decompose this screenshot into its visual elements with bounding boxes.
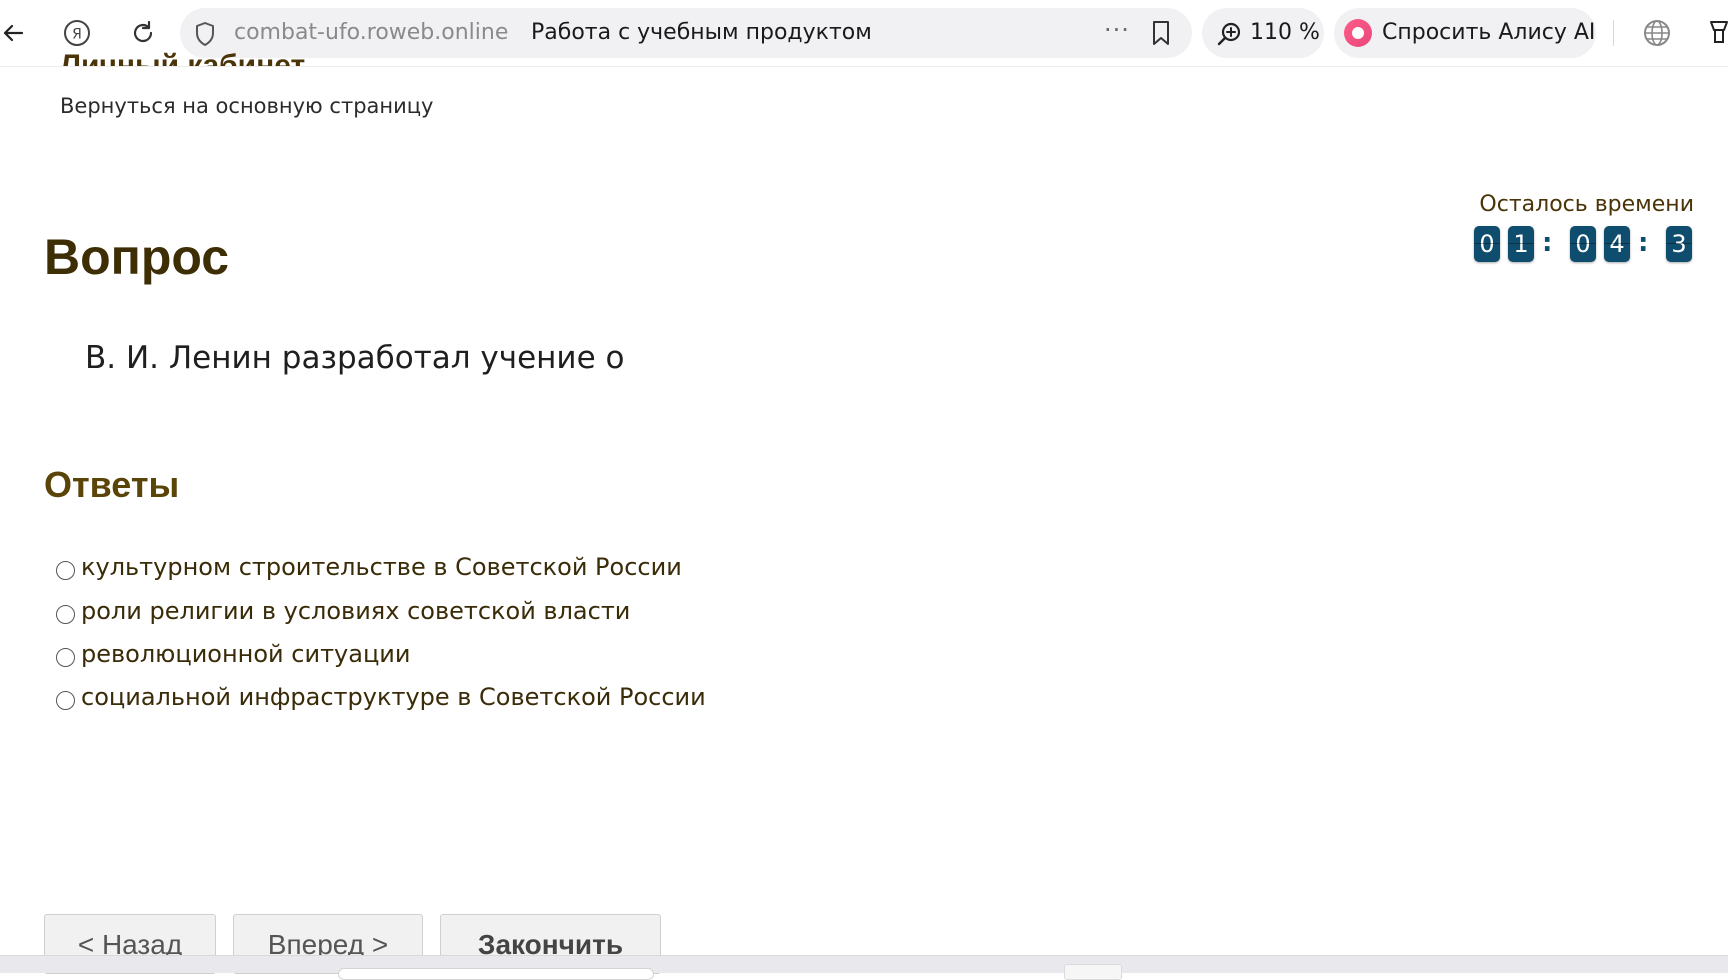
alice-label: Спросить Алису AI xyxy=(1382,20,1596,45)
alice-button[interactable]: Спросить Алису AI xyxy=(1334,8,1596,58)
answer-option[interactable]: роли религии в условиях советской власти xyxy=(56,596,630,626)
answers-heading: Ответы xyxy=(44,464,180,505)
answer-radio[interactable] xyxy=(56,560,75,580)
answer-label[interactable]: роли религии в условиях советской власти xyxy=(81,597,630,625)
timer-digit-second-1: 3 xyxy=(1666,226,1692,262)
question-heading: Вопрос xyxy=(44,229,230,285)
answer-option[interactable]: культурном строительстве в Советской Рос… xyxy=(56,552,682,582)
svg-text:Я: Я xyxy=(72,27,82,43)
timer-digit-hour-2: 1 xyxy=(1508,226,1534,262)
toolbar-divider xyxy=(1613,20,1614,46)
answer-label[interactable]: социальной инфраструктуре в Советской Ро… xyxy=(81,683,706,711)
globe-icon[interactable] xyxy=(1638,14,1676,52)
page-title-tab: Работа с учебным продуктом xyxy=(531,20,872,45)
answer-radio[interactable] xyxy=(56,690,75,710)
alice-icon xyxy=(1344,19,1372,47)
timer-separator: : xyxy=(1542,228,1553,258)
question-text: В. И. Ленин разработал учение о xyxy=(85,340,625,376)
answer-label[interactable]: культурном строительстве в Советской Рос… xyxy=(81,553,682,581)
back-to-main-link[interactable]: Вернуться на основную страницу xyxy=(60,94,434,118)
timer-digit-hour-1: 0 xyxy=(1474,226,1500,262)
back-icon[interactable] xyxy=(0,14,32,52)
answer-label[interactable]: революционной ситуации xyxy=(81,640,411,668)
answer-option[interactable]: социальной инфраструктуре в Советской Ро… xyxy=(56,682,706,712)
timer-separator: : xyxy=(1638,228,1649,258)
bottom-tab xyxy=(1064,964,1122,980)
address-bar[interactable]: combat-ufo.roweb.online Работа с учебным… xyxy=(180,8,1192,58)
timer-digit-minute-2: 4 xyxy=(1604,226,1630,262)
timer-label: Осталось времени xyxy=(1479,192,1694,217)
extension-icon[interactable] xyxy=(1700,14,1728,52)
zoom-icon xyxy=(1216,21,1242,51)
answer-radio[interactable] xyxy=(56,604,75,624)
zoom-indicator[interactable]: 110 % xyxy=(1202,8,1324,58)
more-icon[interactable]: ··· xyxy=(1104,16,1130,44)
bottom-pill xyxy=(338,968,654,980)
answer-radio[interactable] xyxy=(56,647,75,667)
timer-digit-minute-1: 0 xyxy=(1570,226,1596,262)
cabinet-title: Личный кабинет xyxy=(60,49,306,66)
bookmark-icon[interactable] xyxy=(1150,20,1172,50)
answer-option[interactable]: революционной ситуации xyxy=(56,639,411,669)
bottom-bar xyxy=(0,955,1728,980)
zoom-level: 110 % xyxy=(1250,20,1320,45)
address-domain[interactable]: combat-ufo.roweb.online xyxy=(234,20,508,45)
